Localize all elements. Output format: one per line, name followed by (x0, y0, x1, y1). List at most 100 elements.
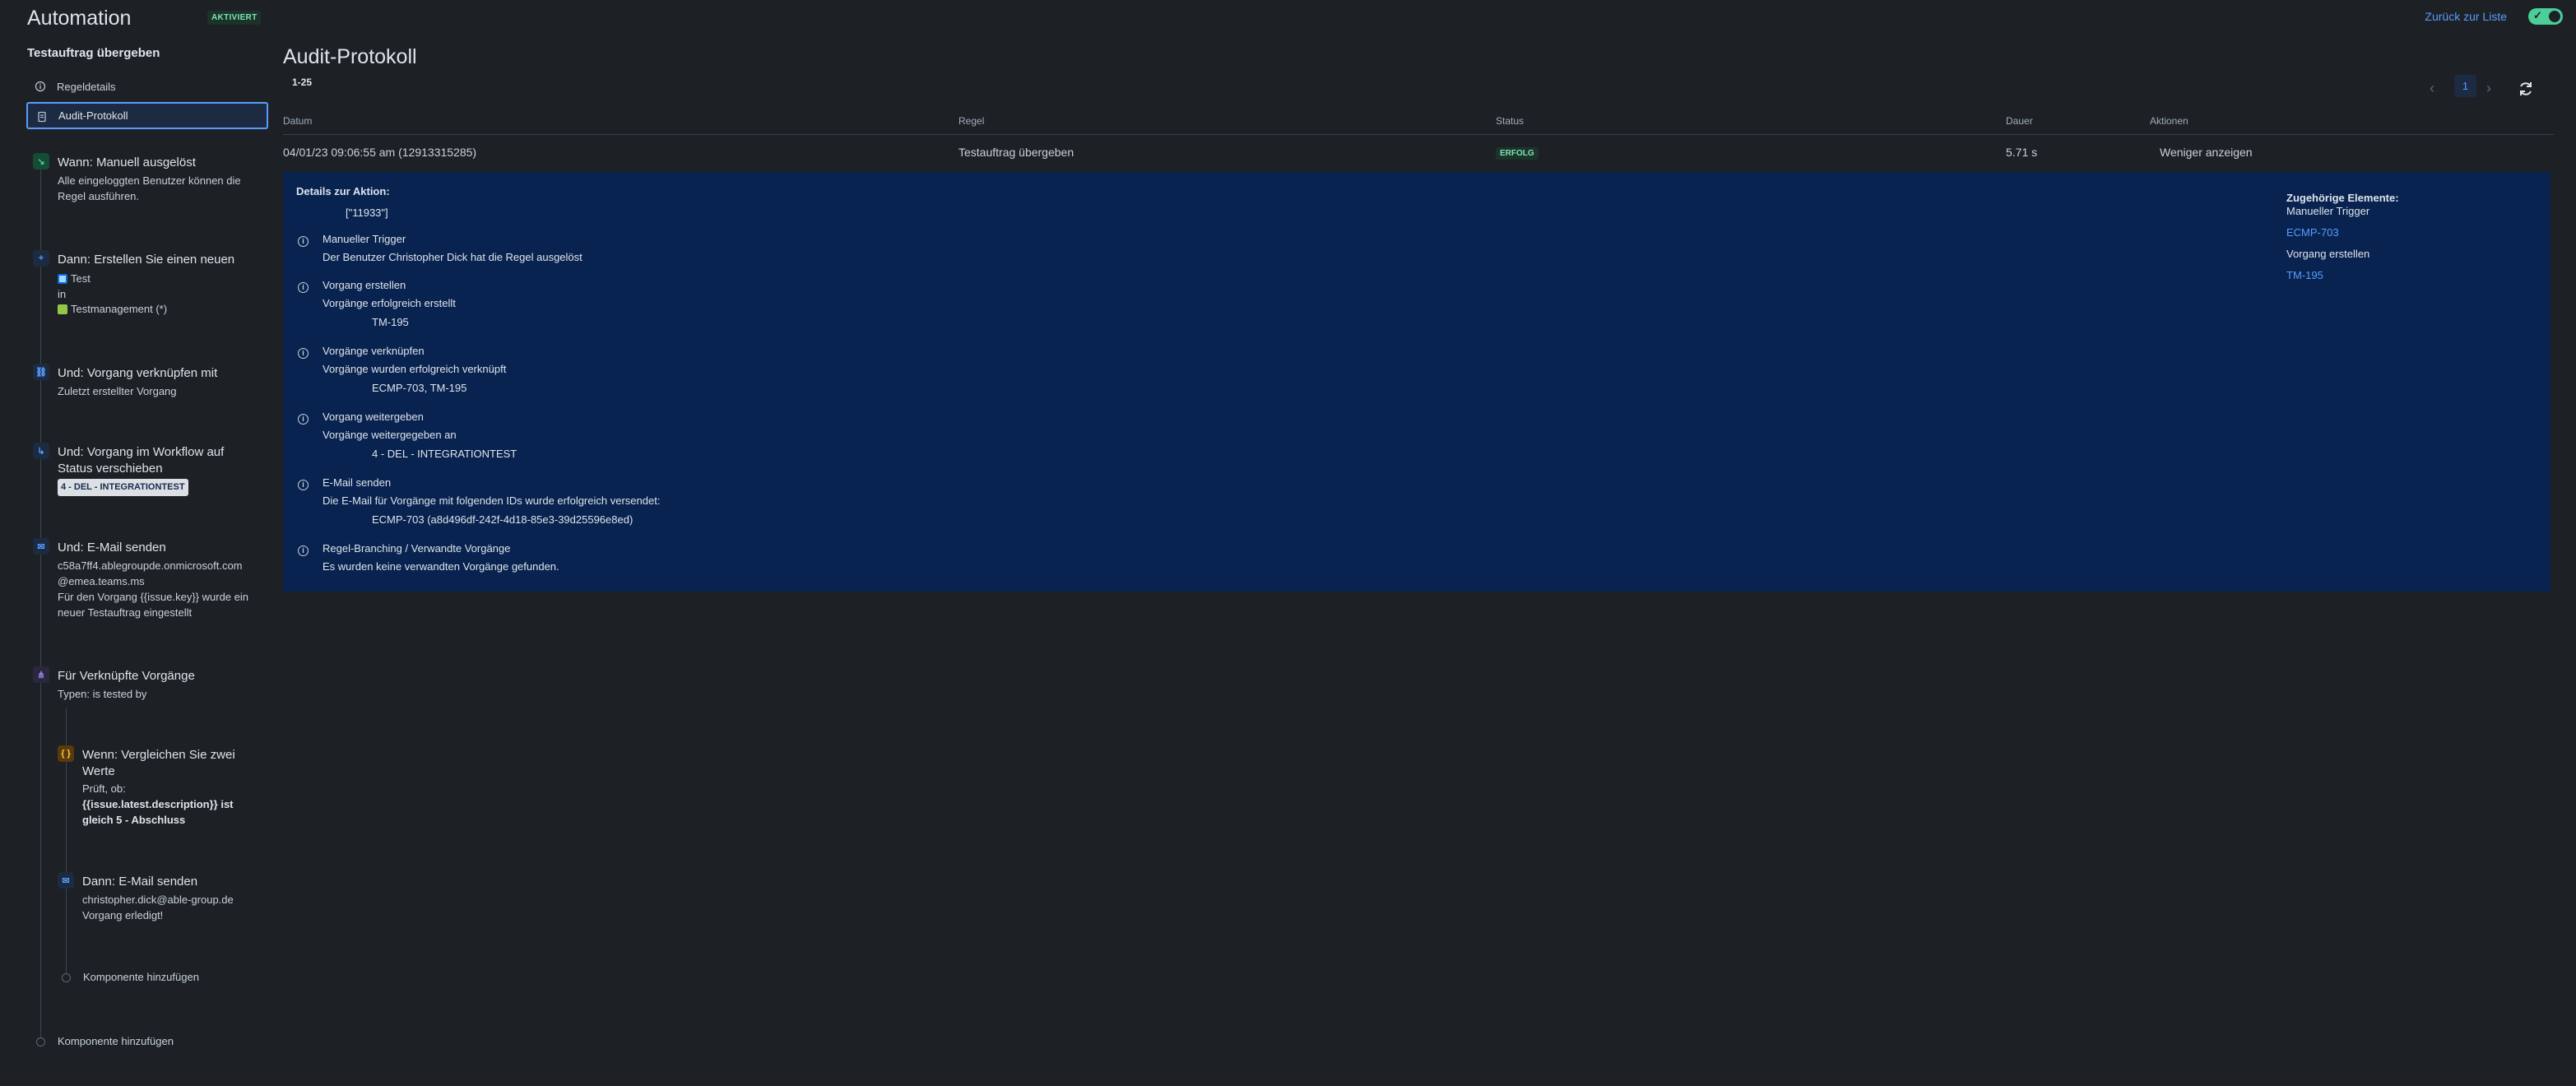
step-text: Regel ausführen. (58, 190, 140, 202)
transition-icon: ↳ (33, 443, 49, 459)
entry-text: Der Benutzer Christopher Dick hat die Re… (323, 251, 583, 263)
column-header-rule[interactable]: Regel (958, 115, 984, 127)
info-icon: i (298, 236, 309, 247)
entry-text: Vorgänge weitergegeben an (323, 429, 457, 441)
step-text: Für den Vorgang {{issue.key}} wurde ein (58, 591, 248, 603)
step-text: neuer Testauftrag eingestellt (58, 606, 193, 619)
entry-title: E-Mail senden (323, 476, 392, 489)
entry-title: Manueller Trigger (323, 233, 406, 245)
add-component-button[interactable]: Komponente hinzufügen (83, 971, 199, 983)
column-header-status[interactable]: Status (1496, 115, 1524, 127)
issue-type-label: Test (71, 272, 91, 285)
step-text: Vorgang erledigt! (82, 909, 164, 921)
related-issue-link[interactable]: ECMP-703 (2286, 225, 2339, 240)
manual-trigger-icon: ↘ (33, 153, 49, 169)
entry-text: Vorgänge wurden erfolgreich verknüpft (323, 363, 507, 375)
step-title-line: Status verschieben (58, 462, 163, 476)
sidebar-item-label: Regeldetails (57, 81, 116, 93)
entry-title: Vorgang erstellen (323, 279, 406, 291)
related-item: Vorgang erstellen (2286, 248, 2370, 260)
entry-value: TM-195 (372, 316, 409, 328)
step-title: Wenn: Vergleichen Sie zwei Werte (82, 747, 272, 780)
entry-title: Vorgang weitergeben (323, 411, 424, 423)
project: Testmanagement (*) (58, 301, 276, 317)
info-icon (35, 81, 46, 92)
step-text: @emea.teams.ms (58, 575, 145, 587)
add-dot (62, 973, 71, 982)
row-date: 04/01/23 09:06:55 am (12913315285) (283, 146, 477, 159)
step-text: christopher.dick@able-group.de (82, 893, 234, 906)
info-icon: i (298, 545, 309, 556)
step-title: Dann: Erstellen Sie einen neuen (58, 253, 235, 267)
step-text: Zuletzt erstellter Vorgang (58, 385, 177, 397)
link-icon: ⛓ (33, 364, 49, 380)
toggle-knob (2549, 11, 2560, 22)
branch-icon: ⋔ (33, 666, 49, 683)
mail-icon: ✉ (58, 872, 74, 889)
app-title: Automation (27, 7, 132, 30)
rule-enabled-toggle[interactable]: ✓ (2528, 8, 2563, 25)
sidebar-item-rule-details[interactable]: Regeldetails (26, 73, 268, 100)
related-item: Manueller Trigger (2286, 205, 2370, 217)
refresh-icon[interactable] (2518, 81, 2534, 102)
status-badge: AKTIVIERT (207, 11, 262, 25)
step-title: Für Verknüpfte Vorgänge (58, 669, 195, 683)
details-value: ["11933"] (346, 207, 388, 219)
page-title: Audit-Protokoll (283, 45, 417, 68)
entry-text: Die E-Mail für Vorgänge mit folgenden ID… (323, 494, 661, 507)
column-header-actions: Aktionen (2150, 115, 2188, 127)
project-icon (58, 304, 67, 314)
condition-icon: { } (58, 745, 74, 762)
entry-title: Regel-Branching / Verwandte Vorgänge (323, 542, 511, 555)
info-icon: i (298, 282, 309, 293)
sidebar-item-audit-log[interactable]: Audit-Protokoll (26, 102, 268, 129)
plus-icon: + (33, 250, 49, 267)
step-title: Dann: E-Mail senden (82, 875, 198, 889)
step-title: Und: Vorgang im Workflow auf Status versc… (58, 444, 272, 477)
step-title: Wann: Manuell ausgelöst (58, 155, 196, 169)
entry-value: 4 - DEL - INTEGRATIONTEST (372, 448, 518, 460)
document-icon (36, 111, 48, 123)
entry-title: Vorgänge verknüpfen (323, 345, 425, 357)
rule-name: Testauftrag übergeben (27, 46, 160, 60)
sidebar-item-label: Audit-Protokoll (58, 109, 128, 122)
column-header-duration[interactable]: Dauer (2006, 115, 2033, 127)
info-icon: i (298, 480, 309, 490)
step-title-line: Wenn: Vergleichen Sie zwei (82, 748, 235, 762)
info-icon: i (298, 348, 309, 359)
step-title: Und: E-Mail senden (58, 541, 166, 555)
status-badge-success: ERFOLG (1496, 147, 1539, 160)
row-rule: Testauftrag übergeben (958, 146, 1074, 159)
info-icon: i (298, 414, 309, 425)
chevron-right-icon[interactable]: › (2486, 80, 2491, 97)
back-to-list-link[interactable]: Zurück zur Liste (2425, 10, 2507, 23)
chevron-left-icon[interactable]: ‹ (2430, 80, 2434, 97)
entry-value: ECMP-703 (a8d496df-242f-4d18-85e3-39d255… (372, 513, 634, 526)
entry-value: ECMP-703, TM-195 (372, 382, 467, 394)
step-title: Und: Vorgang verknüpfen mit (58, 366, 218, 380)
row-duration: 5.71 s (2006, 146, 2038, 159)
step-text: c58a7ff4.ablegroupde.onmicrosoft.com (58, 559, 243, 572)
related-issue-link[interactable]: TM-195 (2286, 268, 2323, 283)
step-text: gleich 5 - Abschluss (82, 814, 186, 826)
test-issue-icon (58, 274, 67, 284)
related-elements-title: Zugehörige Elemente: (2286, 192, 2399, 204)
add-component-button[interactable]: Komponente hinzufügen (58, 1035, 174, 1047)
status-chip-wrap: 4 - DEL - INTEGRATIONTEST (58, 478, 276, 496)
column-header-date[interactable]: Datum (283, 115, 312, 127)
details-label: Details zur Aktion: (296, 185, 390, 197)
step-text: Alle eingeloggten Benutzer können die (58, 174, 241, 187)
show-less-button[interactable]: Weniger anzeigen (2160, 146, 2253, 159)
status-chip: 4 - DEL - INTEGRATIONTEST (58, 479, 188, 496)
add-dot (36, 1037, 45, 1047)
page-button[interactable]: 1 (2454, 75, 2476, 97)
sidebar-nav: Regeldetails Audit-Protokoll (26, 73, 268, 131)
table-divider (283, 134, 2554, 135)
step-text: Typen: is tested by (58, 688, 147, 700)
step-text: Prüft, ob: (82, 782, 126, 795)
entry-text: Es wurden keine verwandten Vorgänge gefu… (323, 560, 559, 573)
entry-text: Vorgänge erfolgreich erstellt (323, 297, 456, 309)
result-range: 1-25 (292, 77, 313, 88)
check-icon: ✓ (2533, 9, 2542, 21)
mail-icon: ✉ (33, 538, 49, 555)
